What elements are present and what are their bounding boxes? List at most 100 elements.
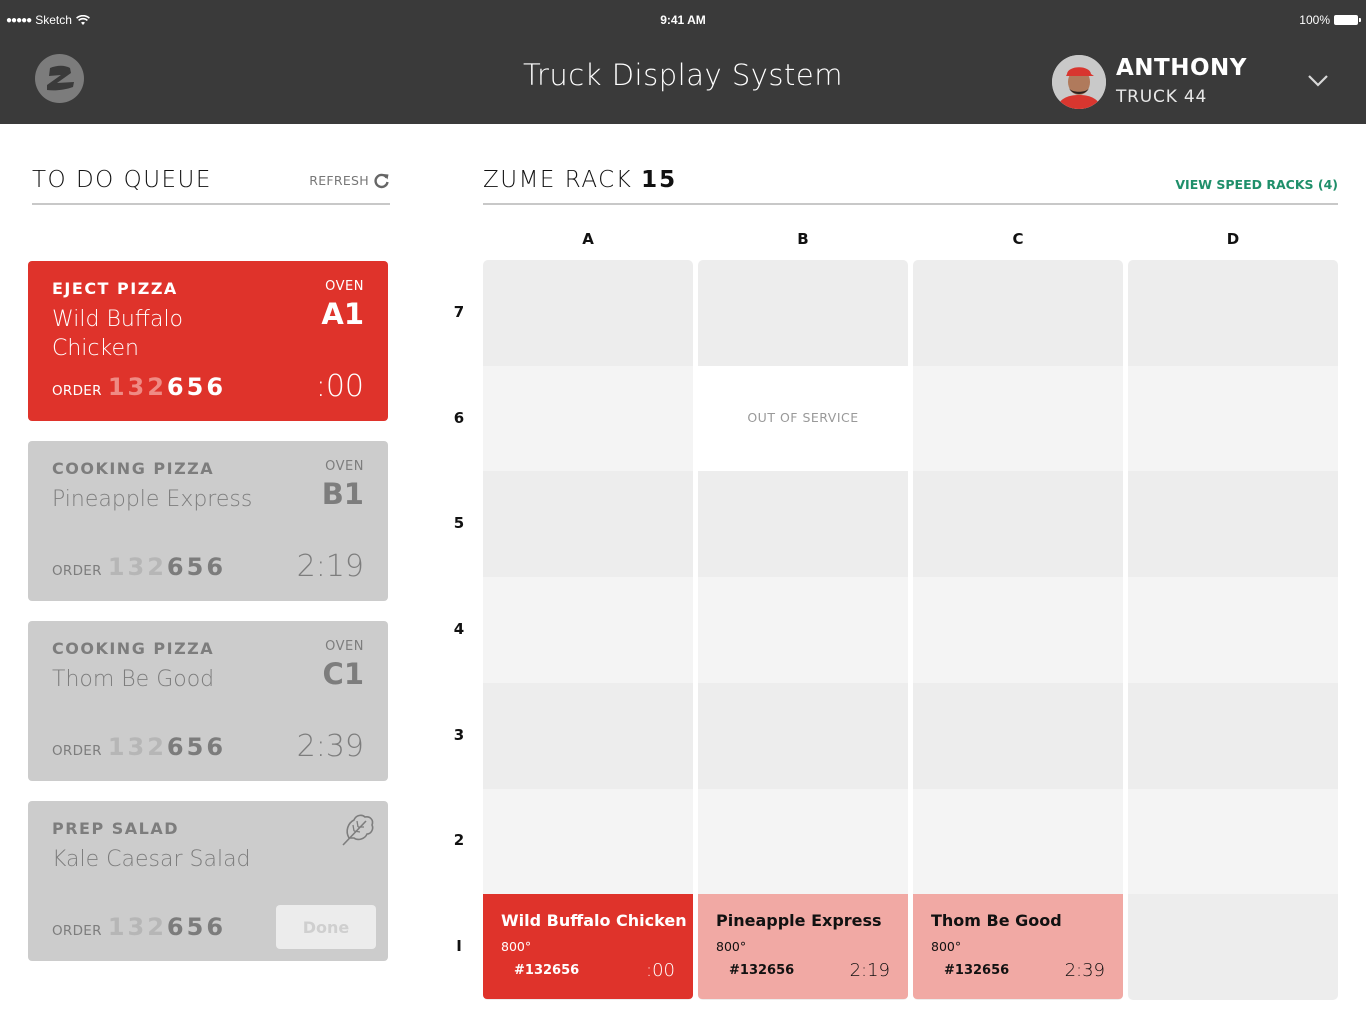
rack-slot-b6[interactable]: OUT OF SERVICE xyxy=(698,366,908,472)
task-type: PREP SALAD xyxy=(52,819,180,838)
pizza-order-number: #132656 xyxy=(944,963,1010,978)
row-label-6: 6 xyxy=(453,409,465,427)
rack-slot-a5[interactable] xyxy=(483,471,693,577)
leaf-icon xyxy=(342,814,374,846)
rack-slot-d4[interactable] xyxy=(1128,577,1338,683)
order-prefix: 132 xyxy=(107,733,167,761)
rack-slot-a4[interactable] xyxy=(483,577,693,683)
order-suffix: 656 xyxy=(166,733,227,761)
order-number: ORDER 132656 xyxy=(52,913,226,941)
task-type: EJECT PIZZA xyxy=(52,279,178,298)
rack-slot-d6[interactable] xyxy=(1128,366,1338,472)
rack-pizza-card[interactable]: Thom Be Good 800° #132656 2:39 xyxy=(913,894,1123,999)
rack-slot-b4[interactable] xyxy=(698,577,908,683)
pizza-timer: 2:19 xyxy=(849,960,890,981)
rack-slot-d1[interactable] xyxy=(1128,894,1338,1000)
order-prefix: 132 xyxy=(107,913,167,941)
oven-label: OVEN xyxy=(325,639,364,654)
queue-card[interactable]: EJECT PIZZA Wild Buffalo Chicken OVEN A1… xyxy=(28,261,388,421)
order-label: ORDER xyxy=(52,743,102,759)
refresh-button[interactable]: REFRESH xyxy=(309,172,390,189)
rack-slot-b7[interactable] xyxy=(698,260,908,366)
queue-header: TO DO QUEUE REFRESH xyxy=(32,165,390,205)
rack-slot-a6[interactable] xyxy=(483,366,693,472)
oven-id: B1 xyxy=(321,477,364,511)
timer: 2:19 xyxy=(296,549,364,584)
rack-slot-c7[interactable] xyxy=(913,260,1123,366)
out-of-service-label: OUT OF SERVICE xyxy=(747,410,859,425)
queue-title: TO DO QUEUE xyxy=(32,167,212,193)
rack-slot-c2[interactable] xyxy=(913,789,1123,895)
rack-title-label: ZUME RACK xyxy=(483,167,633,193)
task-type: COOKING PIZZA xyxy=(52,639,215,658)
top-bar: ●●●●● Sketch 9:41 AM 100% Truck Display … xyxy=(0,0,1366,124)
column-label-b: B xyxy=(797,230,809,248)
view-speed-racks-link[interactable]: VIEW SPEED RACKS (4) xyxy=(1175,177,1338,192)
rack-pizza-card[interactable]: Pineapple Express 800° #132656 2:19 xyxy=(698,894,908,999)
order-number: ORDER 132656 xyxy=(52,373,226,401)
pizza-timer: 2:39 xyxy=(1064,960,1105,981)
pizza-temperature: 800° xyxy=(501,939,532,954)
order-prefix: 132 xyxy=(107,373,167,401)
order-label: ORDER xyxy=(52,923,102,939)
timer: :00 xyxy=(315,369,364,404)
order-suffix: 656 xyxy=(166,913,227,941)
queue-card[interactable]: PREP SALAD Kale Caesar Salad ORDER 13265… xyxy=(28,801,388,961)
rack-header: ZUME RACK 15 VIEW SPEED RACKS (4) xyxy=(483,165,1338,205)
row-label-7: 7 xyxy=(453,303,465,321)
rack-slot-a2[interactable] xyxy=(483,789,693,895)
rack-slot-a3[interactable] xyxy=(483,683,693,789)
oven-label: OVEN xyxy=(325,279,364,294)
pizza-name: Pineapple Express xyxy=(716,911,882,930)
rack-pizza-card[interactable]: Wild Buffalo Chicken 800° #132656:00 xyxy=(483,894,693,999)
rack-slot-d3[interactable] xyxy=(1128,683,1338,789)
rack-slot-c3[interactable] xyxy=(913,683,1123,789)
rack-slot-d2[interactable] xyxy=(1128,789,1338,895)
rack-slot-b3[interactable] xyxy=(698,683,908,789)
queue-card[interactable]: COOKING PIZZA Thom Be Good OVEN C1 ORDER… xyxy=(28,621,388,781)
oven-id: A1 xyxy=(321,297,364,331)
battery-percent: 100% xyxy=(1299,13,1330,27)
status-time: 9:41 AM xyxy=(660,13,706,27)
item-name: Wild Buffalo Chicken xyxy=(52,307,184,361)
row-label-1: I xyxy=(456,937,462,955)
oven-id: C1 xyxy=(322,657,364,691)
chevron-down-icon[interactable] xyxy=(1306,72,1330,88)
rack-slot-a7[interactable] xyxy=(483,260,693,366)
order-number: ORDER 132656 xyxy=(52,733,226,761)
rack-slot-b2[interactable] xyxy=(698,789,908,895)
rack-slot-b5[interactable] xyxy=(698,471,908,577)
pizza-temperature: 800° xyxy=(931,939,962,954)
order-label: ORDER xyxy=(52,563,102,579)
item-name: Pineapple Express xyxy=(52,487,253,512)
status-bar-right: 100% xyxy=(1299,13,1361,27)
refresh-icon xyxy=(374,173,389,189)
item-name: Thom Be Good xyxy=(52,667,215,692)
refresh-label: REFRESH xyxy=(309,173,369,188)
order-prefix: 132 xyxy=(107,553,167,581)
pizza-timer: :00 xyxy=(646,960,675,981)
row-label-4: 4 xyxy=(453,620,465,638)
order-label: ORDER xyxy=(52,383,102,399)
user-name: ANTHONY xyxy=(1116,55,1247,81)
rack-slot-d5[interactable] xyxy=(1128,471,1338,577)
done-button[interactable]: Done xyxy=(276,905,376,949)
column-label-a: A xyxy=(582,230,594,248)
task-type: COOKING PIZZA xyxy=(52,459,215,478)
pizza-order-number: #132656 xyxy=(514,963,580,978)
queue-card[interactable]: COOKING PIZZA Pineapple Express OVEN B1 … xyxy=(28,441,388,601)
rack-slot-d7[interactable] xyxy=(1128,260,1338,366)
row-label-3: 3 xyxy=(453,726,465,744)
item-name: Kale Caesar Salad xyxy=(52,847,251,872)
pizza-temperature: 800° xyxy=(716,939,747,954)
rack-slot-c6[interactable] xyxy=(913,366,1123,472)
avatar[interactable] xyxy=(1052,55,1106,109)
timer: 2:39 xyxy=(296,729,364,764)
battery-icon xyxy=(1334,15,1361,25)
oven-label: OVEN xyxy=(325,459,364,474)
rack-number: 15 xyxy=(641,167,678,193)
row-label-2: 2 xyxy=(453,831,465,849)
order-number: ORDER 132656 xyxy=(52,553,226,581)
rack-slot-c4[interactable] xyxy=(913,577,1123,683)
rack-slot-c5[interactable] xyxy=(913,471,1123,577)
